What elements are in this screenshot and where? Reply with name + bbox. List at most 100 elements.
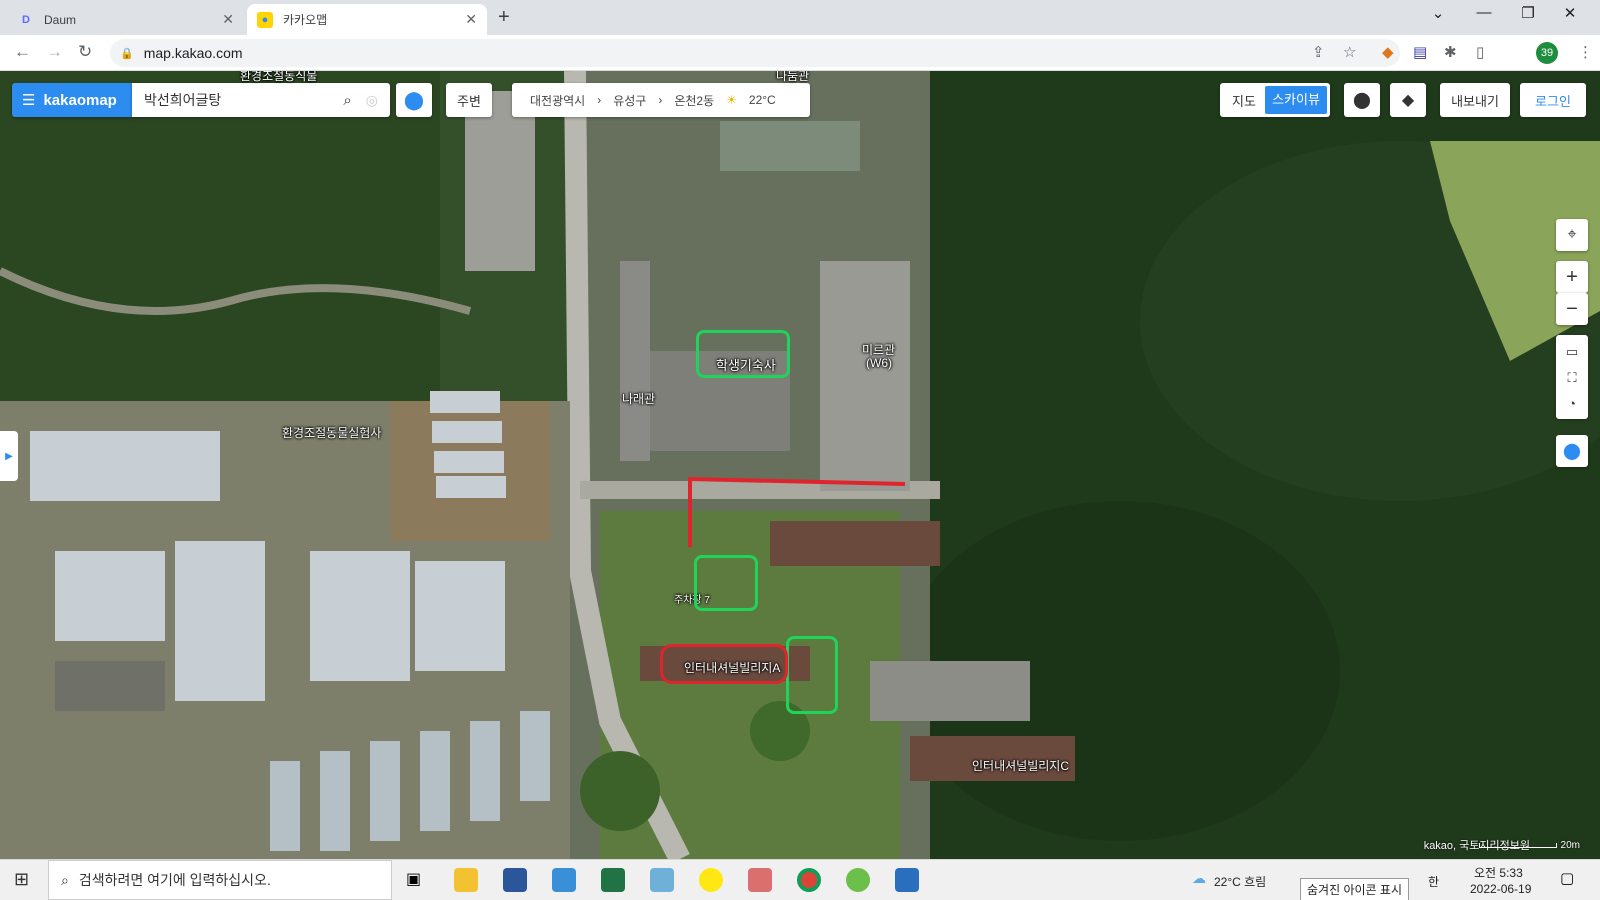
map-type-normal[interactable]: 지도 <box>1223 91 1265 110</box>
nearby-label: 주변 <box>457 93 481 109</box>
hidden-icons-tooltip: 숨겨진 아이콘 표시 <box>1300 878 1409 900</box>
place-label[interactable]: 환경조절동물실험사 <box>282 424 381 441</box>
minimize-button[interactable]: — <box>1464 4 1504 21</box>
close-window-button[interactable]: ✕ <box>1550 4 1590 22</box>
notifications-icon[interactable]: ▢ <box>1560 869 1574 887</box>
hwp-icon[interactable] <box>552 868 576 892</box>
close-tab-icon[interactable]: ✕ <box>465 11 477 28</box>
chevron-right-icon: ▶ <box>5 450 13 462</box>
search-icon: ⌕ <box>61 871 69 888</box>
word-icon[interactable] <box>503 868 527 892</box>
clear-check-icon[interactable]: ◎ <box>366 92 378 109</box>
route-button[interactable]: ⬤ <box>396 83 432 117</box>
back-icon[interactable]: ← <box>14 42 31 62</box>
share-icon[interactable]: ⇪ <box>1312 43 1325 61</box>
minus-icon: − <box>1566 297 1578 320</box>
tab-daum[interactable]: D Daum ✕ <box>8 4 244 35</box>
place-label[interactable]: 나둠관 <box>776 71 809 84</box>
add-pin-icon: ⬤ <box>1563 443 1581 460</box>
side-panel-icon[interactable]: ▯ <box>1476 43 1484 61</box>
search-icon[interactable]: ⌕ <box>343 92 351 109</box>
cloudy-icon: ☁ <box>1192 870 1206 886</box>
breadcrumb-item[interactable]: 대전광역시 <box>530 92 585 109</box>
login-button[interactable]: 로그인 <box>1520 83 1586 117</box>
chrome-icon[interactable] <box>797 868 821 892</box>
task-view-icon[interactable]: ▣ <box>406 869 421 889</box>
taskbar-weather[interactable]: 22°C 흐림 <box>1214 873 1266 890</box>
menu-dots-icon[interactable]: ⋮ <box>1578 43 1593 61</box>
tooltip-text: 숨겨진 아이콘 표시 <box>1307 883 1402 897</box>
file-explorer-icon[interactable] <box>454 868 478 892</box>
clock-date[interactable]: 2022-06-19 <box>1470 882 1531 896</box>
search-box[interactable]: 박선희어글탕 ⌕ ◎ <box>132 83 390 117</box>
export-button[interactable]: 내보내기 <box>1440 83 1510 117</box>
bookmark-star-icon[interactable]: ☆ <box>1343 43 1356 61</box>
breadcrumb-item[interactable]: 온천2동 <box>674 92 714 109</box>
place-label[interactable]: 환경조절동식물 <box>240 71 317 84</box>
place-label[interactable]: 인터내셔널빌리지C <box>972 757 1069 774</box>
side-panel-toggle[interactable]: ▶ <box>0 431 18 481</box>
area-measure-icon[interactable]: ⛶ <box>1567 370 1576 386</box>
crosshair-icon: ⌖ <box>1567 226 1577 243</box>
layers-button[interactable]: ◆ <box>1390 83 1426 117</box>
chevron-right-icon: › <box>658 93 663 107</box>
excel-icon[interactable] <box>601 868 625 892</box>
line-icon[interactable] <box>846 868 870 892</box>
close-tab-icon[interactable]: ✕ <box>222 11 234 28</box>
weather-icon: ☀ <box>726 93 737 107</box>
tab-bar: D Daum ✕ ● 카카오맵 ✕ + ⌄ — ❐ ✕ <box>0 0 1600 35</box>
reload-icon[interactable]: ↻ <box>78 42 92 62</box>
kakaomap-icon: ● <box>257 11 273 28</box>
kakaotalk-icon[interactable] <box>699 868 723 892</box>
search-input[interactable]: 박선희어글탕 <box>144 90 343 110</box>
breadcrumb-item[interactable]: 유성구 <box>613 92 646 109</box>
map-type-skyview[interactable]: 스카이뷰 <box>1265 86 1327 114</box>
paint-icon[interactable] <box>748 868 772 892</box>
add-place-button[interactable]: ⬤ <box>1556 435 1588 467</box>
login-label: 로그인 <box>1535 93 1571 109</box>
extension-icon[interactable]: ▤ <box>1413 43 1427 61</box>
current-location-button[interactable]: ⌖ <box>1556 219 1588 251</box>
windows-taskbar: ⊞ ⌕ 검색하려면 여기에 입력하십시오. ▣ ☁ 22°C 흐림 한 오전 5… <box>0 859 1600 900</box>
profile-avatar[interactable]: 39 <box>1536 42 1558 64</box>
export-label: 내보내기 <box>1451 93 1499 109</box>
address-bar[interactable]: 🔒 map.kakao.com <box>110 39 1400 67</box>
tab-title: 카카오맵 <box>283 13 328 27</box>
layers-icon: ◆ <box>1401 92 1415 109</box>
map-viewport[interactable]: ☰ kakaomap 박선희어글탕 ⌕ ◎ ⬤ 주변 대전광역시 › 유성구 ›… <box>0 71 1600 859</box>
tab-kakaomap[interactable]: ● 카카오맵 ✕ <box>247 4 487 35</box>
forward-icon[interactable]: → <box>46 42 63 62</box>
nearby-button[interactable]: 주변 <box>446 83 492 117</box>
windows-start-icon[interactable]: ⊞ <box>14 869 29 890</box>
remote-desktop-icon[interactable] <box>895 868 919 892</box>
url-text: map.kakao.com <box>143 45 243 61</box>
tab-title: Daum <box>44 12 77 27</box>
chevron-right-icon: › <box>597 93 602 107</box>
zoom-out-button[interactable]: − <box>1556 293 1588 325</box>
metamask-icon[interactable]: ◆ <box>1382 43 1394 61</box>
taskbar-search[interactable]: ⌕ 검색하려면 여기에 입력하십시오. <box>48 860 392 900</box>
lock-icon: 🔒 <box>120 47 134 60</box>
scale-text: 20m <box>1560 840 1580 851</box>
satellite-imagery <box>0 71 1600 859</box>
clock-time[interactable]: 오전 5:33 <box>1474 864 1523 881</box>
zoom-in-button[interactable]: + <box>1556 261 1588 293</box>
restore-button[interactable]: ❐ <box>1508 4 1548 22</box>
logo-text: kakaomap <box>43 91 117 109</box>
app-icon[interactable] <box>650 868 674 892</box>
kakaomap-logo[interactable]: ☰ kakaomap <box>12 83 132 117</box>
place-label[interactable]: 나래관 <box>622 390 655 407</box>
daum-icon: D <box>22 13 30 26</box>
ruler-icon[interactable]: ▭ <box>1566 344 1578 360</box>
radius-measure-icon[interactable]: ◔ <box>1568 396 1576 411</box>
place-marker-button[interactable]: ⬤ <box>1344 83 1380 117</box>
ime-indicator[interactable]: 한 <box>1428 873 1439 890</box>
place-label[interactable]: (W6) <box>866 356 892 370</box>
puzzle-icon[interactable]: ✱ <box>1444 43 1457 61</box>
new-tab-button[interactable]: + <box>498 6 510 29</box>
annotation-dormitory <box>696 330 790 378</box>
hamburger-menu-icon[interactable]: ☰ <box>22 91 35 109</box>
tab-search-icon[interactable]: ⌄ <box>1418 4 1458 22</box>
weather-temp: 22°C <box>748 93 776 107</box>
breadcrumb: 대전광역시 › 유성구 › 온천2동 ☀ 22°C <box>512 83 810 117</box>
